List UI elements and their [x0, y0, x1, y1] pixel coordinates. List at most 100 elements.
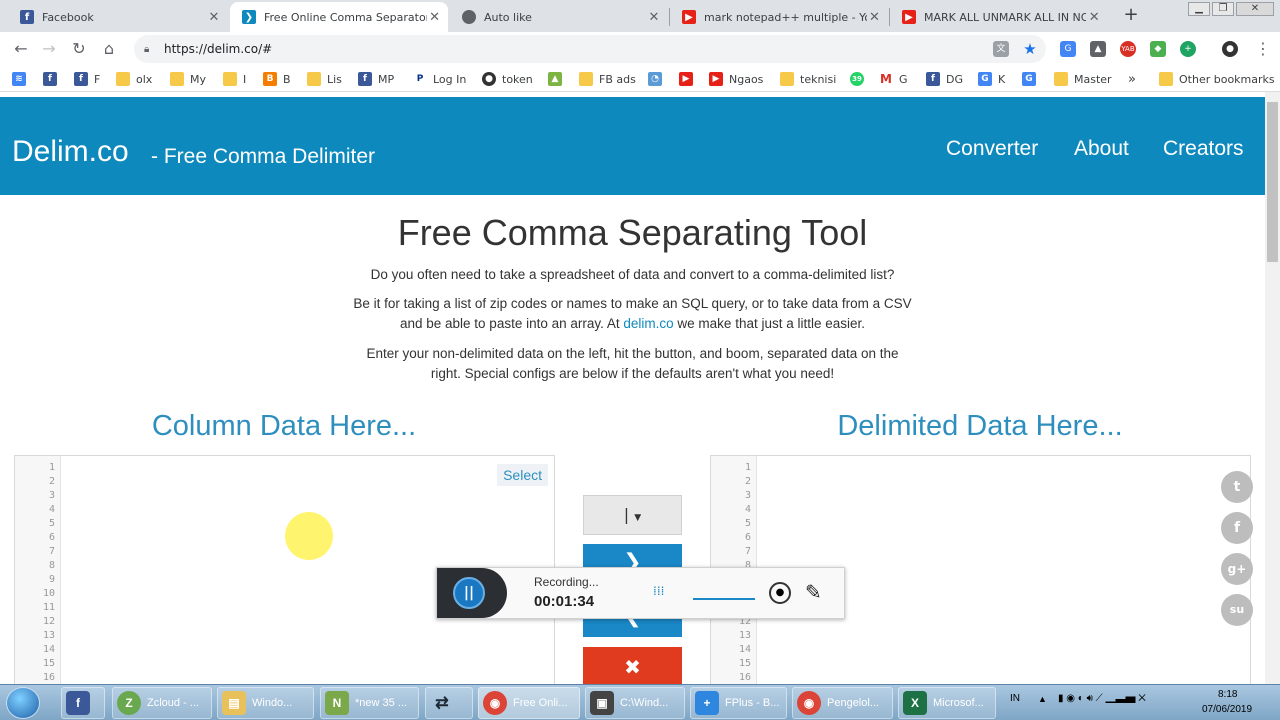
close-tab-icon[interactable]: ✕: [867, 10, 882, 25]
taskbar-label: Zcloud - ...: [147, 697, 199, 709]
nav-about[interactable]: About: [1074, 137, 1129, 161]
translate-page-icon[interactable]: 文: [993, 41, 1009, 57]
twitter-icon[interactable]: t: [1221, 471, 1253, 503]
show-hidden-icons[interactable]: ▲: [1038, 694, 1047, 704]
bookmark[interactable]: FB ads: [579, 71, 636, 87]
stumbleupon-icon[interactable]: su: [1221, 594, 1253, 626]
close-tab-icon[interactable]: ✕: [1086, 10, 1102, 25]
bookmark[interactable]: 39: [850, 71, 870, 87]
bookmark[interactable]: olx: [116, 71, 152, 87]
minimize-button[interactable]: ▁: [1188, 2, 1210, 16]
taskbar-facebook[interactable]: f: [61, 687, 105, 719]
plus-extension-icon[interactable]: +: [1180, 41, 1196, 57]
line-number: 1: [744, 462, 751, 473]
forward-icon[interactable]: →: [38, 38, 60, 60]
bookmark[interactable]: I: [223, 71, 246, 87]
webcam-icon[interactable]: ●: [769, 582, 791, 604]
bookmark[interactable]: ● token: [482, 71, 533, 87]
taskbar-item[interactable]: N *new 35 ...: [320, 687, 419, 719]
facebook-icon: f: [20, 10, 34, 24]
nav-creators[interactable]: Creators: [1163, 137, 1244, 161]
bookmark[interactable]: ◔: [648, 71, 668, 87]
extension-icon[interactable]: ▲: [1090, 41, 1106, 57]
bookmark[interactable]: ▶ Ngaos: [709, 71, 763, 87]
close-tab-icon[interactable]: ✕: [427, 10, 442, 25]
taskbar-item[interactable]: X Microsof...: [898, 687, 996, 719]
scrollbar-thumb[interactable]: [1267, 102, 1278, 262]
bookmark[interactable]: P Log In: [413, 71, 467, 87]
bookmark[interactable]: GK: [978, 71, 1005, 87]
select-button[interactable]: Select: [497, 464, 548, 486]
extension-icon[interactable]: ◆: [1150, 41, 1166, 57]
line-number: 13: [42, 630, 55, 641]
youtube-icon: ▶: [679, 72, 693, 86]
close-tab-icon[interactable]: ✕: [646, 10, 662, 25]
bookmark[interactable]: ▲: [548, 71, 568, 87]
close-window-button[interactable]: ✕: [1236, 2, 1274, 16]
bookmark[interactable]: MG: [879, 71, 908, 87]
clear-button[interactable]: ✖: [583, 647, 682, 684]
volume-slider[interactable]: [693, 598, 755, 600]
start-button[interactable]: [6, 687, 40, 719]
clock-date[interactable]: 07/06/2019: [1202, 704, 1252, 715]
bookmark[interactable]: f MP: [358, 71, 394, 87]
bookmark[interactable]: f DG: [926, 71, 963, 87]
menu-icon[interactable]: ⋮: [1252, 38, 1274, 60]
android-icon: ▲: [548, 72, 562, 86]
page-scrollbar[interactable]: [1265, 92, 1280, 684]
back-icon[interactable]: ←: [10, 38, 32, 60]
taskbar-item[interactable]: ▣ C:\Wind...: [585, 687, 685, 719]
taskbar-item[interactable]: ⇄: [425, 687, 473, 719]
bookmark[interactable]: ≋: [12, 71, 32, 87]
delimiter-dropdown[interactable]: | ▼: [583, 495, 682, 535]
clock-time[interactable]: 8:18: [1218, 689, 1237, 700]
bookmark[interactable]: Lis: [307, 71, 342, 87]
other-bookmarks[interactable]: Other bookmarks: [1159, 71, 1275, 87]
tab-auto-like[interactable]: Auto like ✕: [450, 2, 668, 32]
soccer-extension-icon[interactable]: ●: [1222, 41, 1238, 57]
address-bar[interactable]: 🔒︎ https://delim.co/#: [134, 35, 1046, 63]
folder-icon: [780, 72, 794, 86]
bookmark[interactable]: ▶: [679, 71, 699, 87]
facebook-icon[interactable]: f: [1221, 512, 1253, 544]
folder-icon: [223, 72, 237, 86]
bookmark-star-icon[interactable]: ★: [1022, 41, 1038, 57]
bookmarks-overflow-button[interactable]: »: [1128, 71, 1136, 87]
bookmark[interactable]: G: [1022, 71, 1042, 87]
bookmark[interactable]: My: [170, 71, 206, 87]
taskbar-item-active[interactable]: ◉ Free Onli...: [478, 687, 580, 719]
bookmark-label: Ngaos: [729, 72, 764, 86]
nav-converter[interactable]: Converter: [946, 137, 1038, 161]
bookmark[interactable]: fF: [74, 71, 100, 87]
new-tab-button[interactable]: +: [1120, 4, 1142, 26]
googleplus-icon[interactable]: g+: [1221, 553, 1253, 585]
taskbar-item[interactable]: ◉ Pengelol...: [792, 687, 893, 719]
explorer-icon: ▤: [222, 691, 246, 715]
tray-icons[interactable]: ▮ ◉ ◐ 🔊︎ ⟋ ▁▃▅ ✕: [1058, 693, 1146, 704]
bookmark[interactable]: BB: [263, 71, 291, 87]
delim-link[interactable]: delim.co: [623, 316, 673, 331]
site-logo[interactable]: Delim.co: [12, 135, 129, 169]
tab-facebook[interactable]: f Facebook ✕: [8, 2, 228, 32]
tab-youtube-1[interactable]: ▶ mark notepad++ multiple - You ✕: [670, 2, 888, 32]
translate-extension-icon[interactable]: G: [1060, 41, 1076, 57]
taskbar-item[interactable]: ▤ Windo...: [217, 687, 314, 719]
restore-button[interactable]: ❐: [1212, 2, 1234, 16]
close-tab-icon[interactable]: ✕: [206, 10, 222, 25]
tab-delim[interactable]: ❯ Free Online Comma Separator T ✕: [230, 2, 448, 32]
bookmark[interactable]: Master: [1054, 71, 1112, 87]
reload-icon[interactable]: ↻: [68, 38, 90, 60]
language-indicator[interactable]: IN: [1010, 693, 1020, 704]
tab-youtube-2[interactable]: ▶ MARK ALL UNMARK ALL IN NO ✕: [890, 2, 1108, 32]
pen-icon[interactable]: ✎: [805, 580, 822, 604]
home-icon[interactable]: ⌂: [98, 38, 120, 60]
bookmark[interactable]: teknisi: [780, 71, 836, 87]
site-header: Delim.co - Free Comma Delimiter Converte…: [0, 97, 1265, 195]
yab-extension-icon[interactable]: YAB: [1120, 41, 1136, 57]
pause-button[interactable]: ||: [453, 577, 485, 609]
bookmark[interactable]: f: [43, 71, 63, 87]
site-tagline: - Free Comma Delimiter: [151, 145, 376, 168]
taskbar-item[interactable]: + FPlus - B...: [690, 687, 787, 719]
tab-title: MARK ALL UNMARK ALL IN NO: [924, 10, 1087, 24]
taskbar-item[interactable]: Z Zcloud - ...: [112, 687, 212, 719]
